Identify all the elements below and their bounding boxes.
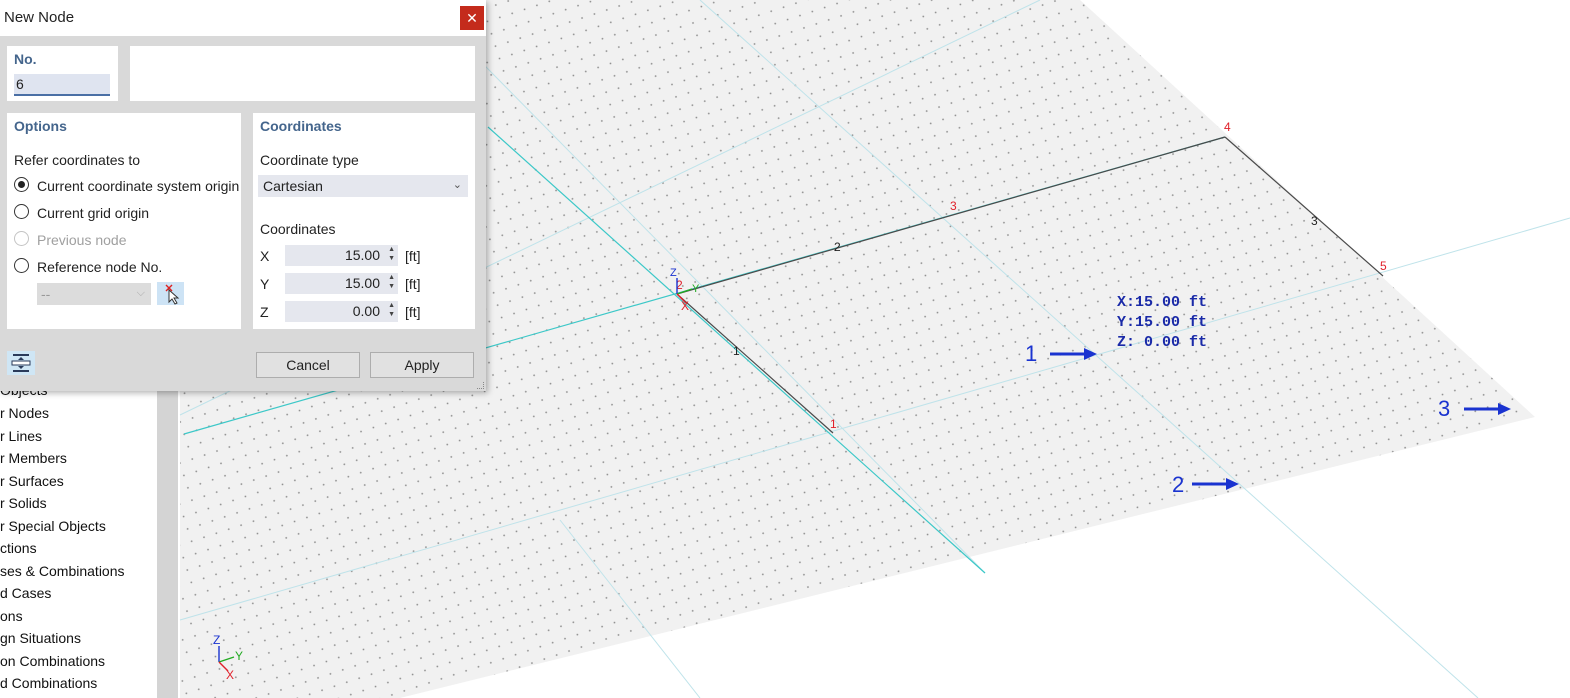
callout-number: 3 — [1438, 396, 1450, 421]
axis-z-label: Z — [260, 304, 269, 320]
coordinate-type-value: Cartesian — [263, 178, 323, 194]
coordinate-y-input[interactable]: 15.00 ▲ ▼ — [285, 273, 398, 294]
distribute-button[interactable] — [7, 351, 35, 375]
nav-item-load-combinations[interactable]: d Combinations — [0, 675, 97, 691]
axis-y-label: Y — [260, 276, 270, 292]
radio-previous-node — [14, 231, 29, 246]
navigator-scrollbar[interactable] — [157, 382, 178, 698]
line-label: 2 — [834, 240, 841, 254]
tooltip-x: X:15.00 ft — [1117, 294, 1207, 311]
coordinates-panel: Coordinates Coordinate type Cartesian ⌄ … — [253, 113, 475, 329]
nav-item-load-cases[interactable]: d Cases — [0, 585, 51, 601]
corner-axis-y: Y — [235, 649, 243, 663]
unit-x: [ft] — [405, 248, 421, 264]
dialog-titlebar[interactable]: New Node ✕ — [0, 0, 486, 36]
axis-label-y: Y — [692, 283, 700, 295]
coordinate-z-value: 0.00 — [352, 303, 380, 319]
corner-axis-z: Z — [213, 633, 220, 647]
reference-node-select: -- ⌵ — [37, 283, 151, 305]
unit-z: [ft] — [405, 304, 421, 320]
nav-item-surfaces[interactable]: r Surfaces — [0, 473, 64, 489]
spinner-icon[interactable]: ▲ ▼ — [388, 273, 395, 291]
nav-item-action-combinations[interactable]: on Combinations — [0, 653, 105, 669]
coordinate-x-input[interactable]: 15.00 ▲ ▼ — [285, 245, 398, 266]
reference-node-value: -- — [41, 286, 51, 302]
nav-item-solids[interactable]: r Solids — [0, 495, 47, 511]
node-label: 4 — [1224, 120, 1231, 134]
pick-node-icon — [165, 284, 180, 305]
nav-item-nodes[interactable]: r Nodes — [0, 405, 49, 421]
resize-grip[interactable] — [477, 382, 484, 389]
callout-number: 2 — [1172, 472, 1184, 497]
options-panel: Options Refer coordinates to Current coo… — [7, 113, 241, 329]
radio-reference-node[interactable] — [14, 258, 29, 273]
spinner-icon[interactable]: ▲ ▼ — [388, 245, 395, 263]
node-label: 3 — [950, 199, 957, 213]
close-icon: ✕ — [466, 10, 478, 26]
coordinate-tooltip: X:15.00 ft Y:15.00 ft Z: 0.00 ft — [1117, 294, 1207, 351]
coordinates-label: Coordinates — [260, 221, 336, 237]
axis-x-label: X — [260, 248, 270, 264]
radio-label-reference-node[interactable]: Reference node No. — [37, 259, 162, 275]
nav-item-members[interactable]: r Members — [0, 450, 67, 466]
radio-current-cs-origin[interactable] — [14, 177, 29, 192]
nav-item-actions-2[interactable]: ons — [0, 608, 23, 624]
nav-item-cases-combinations[interactable]: ses & Combinations — [0, 563, 125, 579]
pick-node-button[interactable] — [157, 282, 184, 305]
cancel-button[interactable]: Cancel — [256, 352, 360, 378]
number-label: No. — [14, 51, 37, 67]
chevron-down-icon: ⌵ — [136, 287, 145, 299]
coordinate-x-value: 15.00 — [344, 247, 380, 263]
line-label: 3 — [1311, 214, 1318, 228]
distribute-icon — [11, 354, 31, 372]
coordinate-z-input[interactable]: 0.00 ▲ ▼ — [285, 301, 398, 322]
close-button[interactable]: ✕ — [460, 6, 484, 30]
refer-coordinates-label: Refer coordinates to — [14, 152, 141, 168]
radio-label-current-grid-origin[interactable]: Current grid origin — [37, 205, 149, 221]
navigator-panel: Objects r Nodes r Lines r Members r Surf… — [0, 382, 157, 698]
spinner-icon[interactable]: ▲ ▼ — [388, 301, 395, 319]
callout-number: 1 — [1025, 341, 1037, 366]
axis-label-x: X — [681, 299, 689, 313]
dialog-title: New Node — [4, 9, 75, 26]
options-title: Options — [14, 118, 67, 134]
nav-item-special-objects[interactable]: r Special Objects — [0, 518, 106, 534]
unit-y: [ft] — [405, 276, 421, 292]
radio-label-previous-node: Previous node — [37, 232, 127, 248]
radio-current-grid-origin[interactable] — [14, 204, 29, 219]
tooltip-z: Z: 0.00 ft — [1117, 334, 1207, 351]
comment-field[interactable] — [130, 46, 475, 101]
corner-axis-x: X — [226, 668, 234, 682]
new-node-dialog: New Node ✕ No. Options Refer coordinates… — [0, 0, 486, 391]
radio-label-current-cs-origin[interactable]: Current coordinate system origin — [37, 178, 239, 194]
chevron-down-icon: ⌄ — [452, 179, 462, 191]
tooltip-y: Y:15.00 ft — [1117, 314, 1207, 331]
coordinate-type-label: Coordinate type — [260, 152, 359, 168]
coordinate-y-value: 15.00 — [344, 275, 380, 291]
nav-item-lines[interactable]: r Lines — [0, 428, 42, 444]
node-label: 1 — [830, 417, 837, 431]
nav-item-actions[interactable]: ctions — [0, 540, 37, 556]
axis-label-z: Z — [670, 267, 677, 279]
line-label: 1 — [733, 344, 740, 358]
node-number-input[interactable] — [14, 74, 110, 96]
coordinates-title: Coordinates — [260, 118, 342, 134]
apply-button[interactable]: Apply — [370, 352, 474, 378]
nav-item-design-situations[interactable]: gn Situations — [0, 630, 81, 646]
node-label: 5 — [1380, 259, 1387, 273]
coordinate-type-select[interactable]: Cartesian ⌄ — [258, 175, 468, 197]
